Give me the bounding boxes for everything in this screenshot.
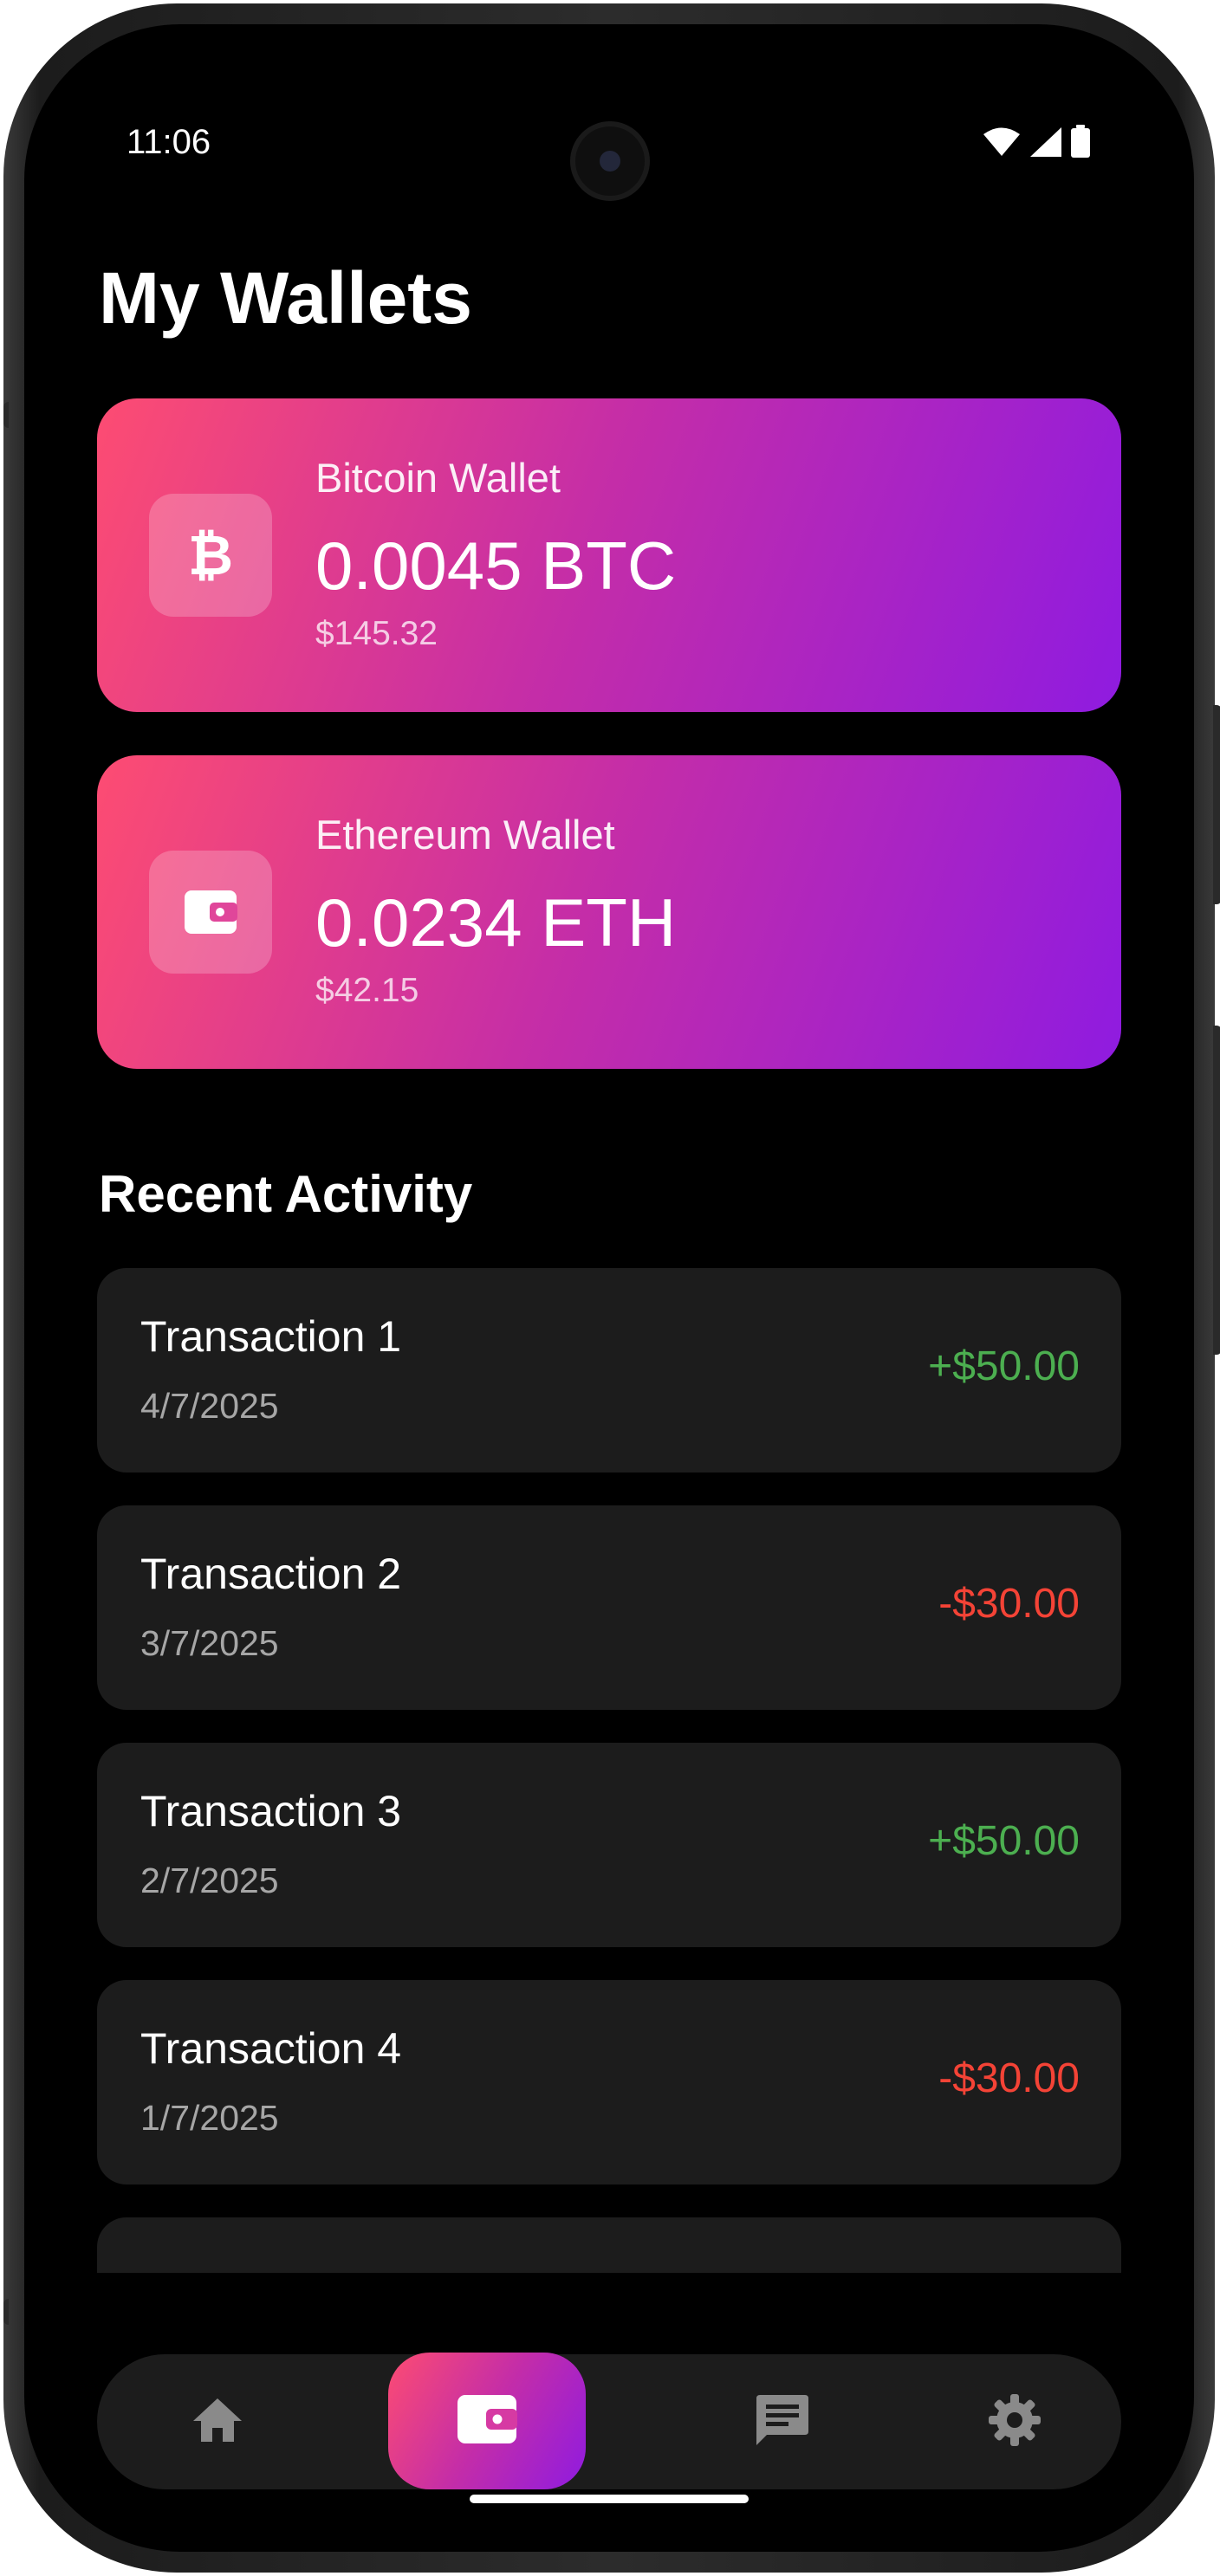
transaction-date: 4/7/2025 [140, 1386, 279, 1426]
settings-gear-icon [987, 2392, 1042, 2452]
bitcoin-icon: ₿ [149, 494, 272, 617]
transaction-amount: -$30.00 [938, 2055, 1080, 2101]
volume-button [1213, 705, 1220, 904]
wallet-balance: 0.0234 ETH [315, 884, 677, 961]
nav-settings[interactable] [951, 2354, 1078, 2489]
wallet-icon [149, 851, 272, 974]
transaction-title: Transaction 2 [140, 1550, 402, 1598]
cellular-signal-icon [1029, 126, 1062, 162]
transaction-date: 1/7/2025 [140, 2098, 279, 2138]
wifi-icon [983, 126, 1021, 162]
transaction-amount: -$30.00 [938, 1581, 1080, 1627]
status-icons [983, 125, 1090, 162]
wallet-card-bitcoin[interactable]: ₿ Bitcoin Wallet 0.0045 BTC $145.32 [97, 398, 1121, 712]
transaction-date: 3/7/2025 [140, 1623, 279, 1663]
transaction-row-partial[interactable] [97, 2217, 1121, 2273]
transaction-date: 2/7/2025 [140, 1861, 279, 1900]
transaction-title: Transaction 3 [140, 1787, 402, 1835]
chat-icon [755, 2393, 810, 2451]
home-indicator[interactable] [470, 2495, 749, 2503]
home-icon [191, 2397, 243, 2448]
bottom-navigation [97, 2353, 1121, 2489]
wallet-fiat-value: $42.15 [315, 972, 419, 1009]
nav-wallets[interactable] [388, 2353, 586, 2489]
svg-text:₿: ₿ [189, 527, 232, 583]
transaction-row[interactable]: Transaction 2 3/7/2025 -$30.00 [97, 1505, 1121, 1710]
nav-messages[interactable] [719, 2354, 846, 2489]
wallet-name: Bitcoin Wallet [315, 455, 561, 501]
frame-notch-left-top [3, 402, 9, 428]
wallet-card-ethereum[interactable]: Ethereum Wallet 0.0234 ETH $42.15 [97, 755, 1121, 1069]
transaction-amount: +$50.00 [928, 1818, 1080, 1864]
transaction-row[interactable]: Transaction 1 4/7/2025 +$50.00 [97, 1268, 1121, 1472]
wallet-name: Ethereum Wallet [315, 812, 615, 858]
transaction-amount: +$50.00 [928, 1343, 1080, 1389]
power-button [1213, 1026, 1220, 1355]
battery-icon [1071, 125, 1090, 162]
transaction-list[interactable]: Transaction 1 4/7/2025 +$50.00 Transacti… [97, 1268, 1121, 2273]
recent-activity-heading: Recent Activity [99, 1165, 473, 1223]
wallet-balance: 0.0045 BTC [315, 527, 677, 604]
frame-notch-left-bottom [3, 2299, 9, 2325]
nav-home[interactable] [154, 2354, 281, 2489]
wallet-icon [457, 2394, 517, 2449]
app-screen: 11:06 My Wallets ₿ Bitcoin Wallet 0.0045 [24, 24, 1194, 2552]
wallet-fiat-value: $145.32 [315, 615, 438, 652]
page-title: My Wallets [99, 257, 472, 339]
front-camera [570, 121, 650, 201]
transaction-title: Transaction 4 [140, 2024, 402, 2073]
transaction-title: Transaction 1 [140, 1312, 402, 1361]
transaction-row[interactable]: Transaction 4 1/7/2025 -$30.00 [97, 1980, 1121, 2184]
phone-frame: 11:06 My Wallets ₿ Bitcoin Wallet 0.0045 [3, 3, 1220, 2573]
status-time: 11:06 [127, 123, 211, 161]
transaction-row[interactable]: Transaction 3 2/7/2025 +$50.00 [97, 1743, 1121, 1947]
